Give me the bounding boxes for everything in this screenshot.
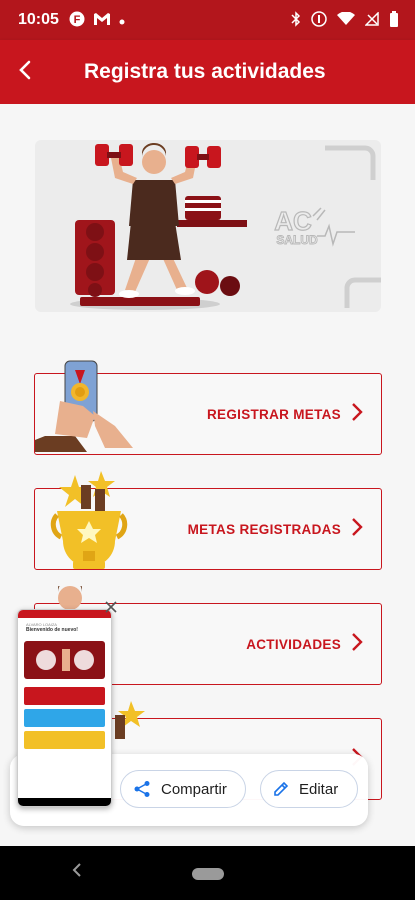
main-content: AC SALUD REGISTRAR METAS METAS REGISTRAD… bbox=[0, 104, 415, 846]
edit-button[interactable]: Editar bbox=[260, 770, 358, 808]
share-icon bbox=[133, 780, 151, 798]
nav-home-pill[interactable] bbox=[192, 868, 224, 880]
no-signal-icon bbox=[364, 10, 379, 29]
nav-back-icon[interactable] bbox=[72, 862, 82, 883]
metas-registradas-button[interactable]: METAS REGISTRADAS bbox=[34, 471, 382, 570]
preview-row-blue bbox=[24, 709, 105, 727]
actividades-label: ACTIVIDADES bbox=[246, 636, 341, 652]
dot-icon bbox=[119, 13, 125, 28]
gmail-icon bbox=[93, 12, 111, 29]
trophy-icon bbox=[50, 471, 128, 569]
preview-row-red bbox=[24, 687, 105, 705]
wifi-icon bbox=[337, 10, 355, 29]
svg-text:F: F bbox=[74, 14, 81, 26]
status-bar: 10:05 F bbox=[0, 0, 415, 40]
battery-icon bbox=[389, 10, 399, 30]
preview-status bbox=[18, 610, 111, 618]
preview-row-yellow bbox=[24, 731, 105, 749]
app-bar: Registra tus actividades bbox=[0, 40, 415, 104]
close-icon bbox=[105, 600, 117, 617]
chevron-right-icon bbox=[351, 632, 363, 657]
page-title: Registra tus actividades bbox=[84, 60, 326, 83]
registrar-metas-label: REGISTRAR METAS bbox=[206, 406, 341, 422]
status-left-icons: F bbox=[69, 11, 125, 30]
screenshot-preview[interactable]: ALVARO LOAIZA Bienvenido de nuevo! bbox=[17, 609, 112, 807]
hero-banner: AC SALUD bbox=[35, 140, 381, 312]
bluetooth-icon bbox=[291, 10, 301, 30]
pencil-icon bbox=[273, 781, 289, 797]
arrow-back-icon bbox=[16, 60, 36, 85]
preview-banner bbox=[24, 641, 105, 679]
preview-heading: Bienvenido de nuevo! bbox=[26, 627, 78, 633]
preview-nav bbox=[18, 798, 111, 806]
phone-medal-icon bbox=[35, 360, 133, 452]
chevron-right-icon bbox=[351, 517, 363, 542]
system-nav-bar bbox=[0, 846, 415, 900]
gym-illustration: AC SALUD bbox=[70, 142, 381, 310]
status-right-icons bbox=[291, 10, 399, 30]
metas-registradas-label: METAS REGISTRADAS bbox=[187, 521, 341, 537]
hero-logo-subtext: SALUD bbox=[276, 233, 318, 247]
edit-label: Editar bbox=[299, 780, 339, 798]
hero-logo-text: AC bbox=[274, 206, 312, 236]
close-preview-button[interactable] bbox=[102, 600, 120, 618]
chevron-right-icon bbox=[351, 402, 363, 427]
share-button[interactable]: Compartir bbox=[120, 770, 246, 808]
vibrate-icon bbox=[311, 10, 327, 30]
notification-f-icon: F bbox=[69, 11, 85, 30]
back-button[interactable] bbox=[0, 40, 52, 104]
share-label: Compartir bbox=[161, 780, 227, 798]
registrar-metas-button[interactable]: REGISTRAR METAS bbox=[34, 360, 382, 455]
status-time: 10:05 bbox=[18, 11, 59, 28]
preview-header: ALVARO LOAIZA Bienvenido de nuevo! bbox=[18, 618, 111, 635]
